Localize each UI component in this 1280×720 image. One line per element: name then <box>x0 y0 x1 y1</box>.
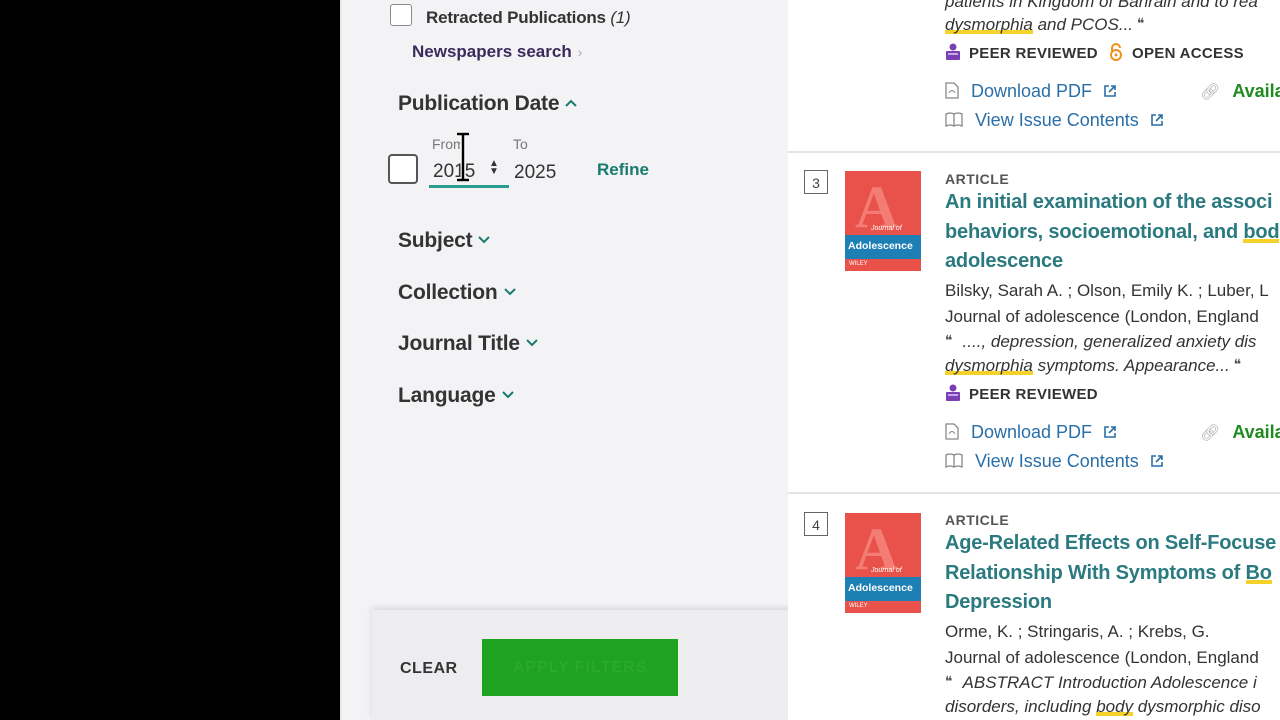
open-access-badge: OPEN ACCESS <box>1108 43 1244 62</box>
black-margin <box>0 0 340 720</box>
snippet-line: patients in Kingdom of Bahrain and to re… <box>945 0 1258 11</box>
journal-name: Journal of adolescence (London, England <box>945 307 1259 326</box>
chevron-down-icon <box>503 284 516 299</box>
to-year-input[interactable] <box>510 158 580 188</box>
pdf-file-icon <box>945 82 959 99</box>
snippet-line: dysmorphia symptoms. Appearance... ❝ <box>945 356 1242 375</box>
download-pdf-link[interactable]: Download PDF <box>945 81 1117 102</box>
result-divider <box>788 492 1280 494</box>
available-link[interactable]: 🔗︎Availab <box>1200 81 1280 102</box>
result-number: 4 <box>804 512 828 536</box>
filter-footer: CLEAR APPLY FILTERS <box>372 610 802 720</box>
article-title-link[interactable]: Age-Related Effects on Self-Focuse Relat… <box>945 529 1276 618</box>
peer-reviewed-badge: PEER REVIEWED <box>945 43 1098 62</box>
filters-sidebar: Retracted Publications (1) Newspapers se… <box>340 0 802 720</box>
to-label: To <box>513 136 528 152</box>
language-facet[interactable]: Language <box>398 384 514 408</box>
journal-title-facet[interactable]: Journal Title <box>398 332 538 356</box>
results-list: patients in Kingdom of Bahrain and to re… <box>788 0 1280 720</box>
book-stack-icon <box>946 384 960 401</box>
open-lock-icon <box>1110 43 1122 61</box>
view-issue-contents-link[interactable]: View Issue Contents <box>945 110 1164 131</box>
apply-filters-button[interactable]: APPLY FILTERS <box>482 639 678 696</box>
article-type: ARTICLE <box>945 512 1010 528</box>
authors: Bilsky, Sarah A. ; Olson, Emily K. ; Lub… <box>945 281 1269 300</box>
chain-link-icon: 🔗︎ <box>1200 84 1221 101</box>
retracted-label: Retracted Publications (1) <box>426 8 631 27</box>
chevron-down-icon <box>501 387 514 402</box>
result-number: 3 <box>804 170 828 194</box>
external-link-icon <box>1104 426 1116 438</box>
result-divider <box>788 151 1280 153</box>
download-pdf-link[interactable]: Download PDF <box>945 422 1117 443</box>
chain-link-icon: 🔗︎ <box>1200 425 1221 442</box>
chevron-down-icon <box>526 335 538 350</box>
retracted-checkbox[interactable] <box>390 4 412 26</box>
year-stepper-icon[interactable]: ▲ ▼ <box>489 159 499 177</box>
open-book-icon <box>945 453 963 469</box>
pdf-file-icon <box>945 423 959 440</box>
authors: Orme, K. ; Stringaris, A. ; Krebs, G. <box>945 622 1210 641</box>
publication-date-facet[interactable]: Publication Date <box>398 92 578 116</box>
chevron-right-icon: › <box>577 44 583 60</box>
view-issue-contents-link[interactable]: View Issue Contents <box>945 451 1164 472</box>
journal-name: Journal of adolescence (London, England <box>945 648 1259 667</box>
collection-facet[interactable]: Collection <box>398 281 516 305</box>
external-link-icon <box>1150 455 1163 467</box>
refine-button[interactable]: Refine <box>597 160 649 180</box>
chevron-down-icon <box>478 232 491 247</box>
journal-cover-image[interactable]: A Journal of Adolescence WILEY <box>845 513 921 613</box>
newspapers-search-link[interactable]: Newspapers search › <box>412 42 582 62</box>
snippet-line: ❝ ABSTRACT Introduction Adolescence i <box>945 673 1257 692</box>
available-link[interactable]: 🔗︎Availab <box>1200 422 1280 443</box>
open-book-icon <box>945 112 963 128</box>
text-cursor-icon <box>457 132 469 182</box>
external-link-icon <box>1104 85 1116 97</box>
snippet-line: ❝...., depression, generalized anxiety d… <box>945 332 1257 351</box>
peer-reviewed-badge: PEER REVIEWED <box>945 384 1098 403</box>
snippet-line: disorders, including body dysmorphic dis… <box>945 697 1261 716</box>
snippet-line: dysmorphia and PCOS... ❝ <box>945 15 1145 34</box>
article-title-link[interactable]: An initial examination of the associ beh… <box>945 188 1280 277</box>
chevron-up-icon <box>565 95 578 110</box>
subject-facet[interactable]: Subject <box>398 229 491 253</box>
external-link-icon <box>1150 114 1163 126</box>
journal-cover-image[interactable]: A Journal of Adolescence WILEY <box>845 171 921 271</box>
clear-button[interactable]: CLEAR <box>400 660 458 678</box>
article-type: ARTICLE <box>945 171 1010 187</box>
date-filter-checkbox[interactable] <box>388 154 418 184</box>
book-stack-icon <box>946 43 960 60</box>
